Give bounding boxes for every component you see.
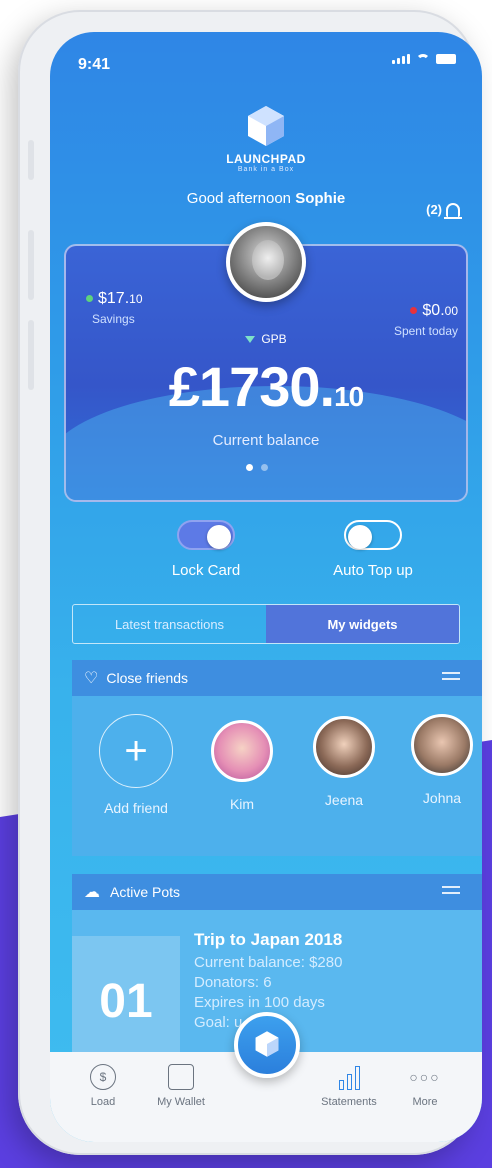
avatar: [411, 714, 473, 776]
notifications-button[interactable]: (2): [426, 202, 462, 219]
nav-my-wallet[interactable]: My Wallet: [146, 1064, 216, 1108]
nav-statements-label: Statements: [321, 1096, 377, 1108]
active-pots-title: Active Pots: [110, 884, 181, 900]
drag-handle-icon[interactable]: [442, 886, 460, 898]
auto-topup-toggle[interactable]: [344, 520, 402, 550]
nav-load[interactable]: $ Load: [68, 1064, 138, 1108]
app-screen: 9:41 LAUNCHPAD Bank in a Box Good aftern…: [50, 32, 482, 1142]
toggle-knob: [348, 525, 372, 549]
current-balance: £1730.10: [50, 354, 482, 419]
friend-name: Jeena: [324, 792, 364, 808]
greeting: Good afternoon Sophie: [50, 190, 482, 207]
nav-more-label: More: [412, 1096, 438, 1108]
brand-tagline: Bank in a Box: [237, 166, 295, 173]
nav-more[interactable]: ○○○ More: [390, 1064, 460, 1108]
nav-load-label: Load: [90, 1096, 116, 1108]
lock-card-control: Lock Card: [146, 520, 266, 579]
pager-dot[interactable]: [261, 464, 268, 471]
auto-topup-label: Auto Top up: [333, 562, 413, 579]
lock-card-toggle[interactable]: [177, 520, 235, 550]
savings-cents: 10: [129, 292, 143, 306]
side-button: [28, 320, 34, 390]
greeting-text: Good afternoon: [186, 190, 292, 207]
spent-cents: 00: [444, 304, 458, 318]
active-pots-header: ☁ Active Pots: [72, 874, 482, 910]
pot-number: 01: [72, 936, 180, 1066]
brand-name: LAUNCHPAD: [226, 152, 306, 166]
add-friend-button[interactable]: + Add friend: [86, 714, 186, 816]
pot-donators: Donators: 6: [194, 974, 272, 991]
drag-handle-icon[interactable]: [442, 672, 460, 684]
heart-star-icon: ♡: [84, 670, 99, 687]
avatar: [313, 716, 375, 778]
balance-main: £1730.: [168, 355, 335, 418]
user-avatar[interactable]: [226, 222, 306, 302]
pot-expires: Expires in 100 days: [194, 994, 325, 1011]
dollar-refresh-icon: $: [90, 1064, 116, 1090]
home-fab-button[interactable]: [234, 1012, 300, 1078]
add-friend-label: Add friend: [104, 800, 168, 816]
spent-value: $0.: [422, 302, 445, 319]
wallet-icon: [168, 1064, 194, 1090]
plus-icon: +: [99, 714, 173, 788]
avatar: [211, 720, 273, 782]
card-pager[interactable]: [246, 464, 268, 471]
pager-dot-active[interactable]: [246, 464, 253, 471]
side-button: [28, 230, 34, 300]
tab-bar: Latest transactions My widgets: [72, 604, 460, 644]
currency-selector[interactable]: GPB: [50, 332, 482, 346]
lock-card-label: Lock Card: [171, 562, 241, 579]
pot-balance: Current balance: $280: [194, 954, 343, 971]
tab-latest-transactions[interactable]: Latest transactions: [73, 605, 266, 643]
balance-label: Current balance: [212, 432, 320, 449]
status-icons: [392, 54, 456, 64]
bell-icon: [444, 202, 462, 219]
friend-name: Johna: [422, 790, 462, 806]
bar-chart-icon: [314, 1064, 384, 1090]
launchpad-logo-icon: [248, 106, 284, 146]
savings-label: Savings: [92, 312, 135, 326]
nav-wallet-label: My Wallet: [157, 1096, 205, 1108]
cloud-icon: ☁: [84, 884, 100, 901]
friend-name: Kim: [229, 796, 255, 812]
battery-icon: [436, 54, 456, 64]
phone-frame: 9:41 LAUNCHPAD Bank in a Box Good aftern…: [18, 10, 482, 1155]
notification-count: (2): [426, 202, 442, 217]
spent-dot: [410, 307, 418, 315]
wifi-icon: [416, 54, 430, 64]
close-friends-title: Close friends: [106, 670, 189, 686]
status-time: 9:41: [78, 56, 111, 73]
savings-stat: $17.10 Savings: [86, 290, 143, 326]
balance-cents: 10: [334, 381, 364, 412]
auto-topup-control: Auto Top up: [308, 520, 438, 579]
pot-title: Trip to Japan 2018: [194, 930, 343, 949]
savings-dot: [86, 295, 93, 303]
launchpad-logo-icon: [255, 1031, 279, 1057]
side-button: [28, 140, 34, 180]
currency-label: GPB: [261, 332, 287, 346]
toggle-knob: [207, 525, 231, 549]
savings-value: $17.: [98, 290, 130, 307]
friend-johna[interactable]: Johna: [402, 714, 482, 806]
friend-jeena[interactable]: Jeena: [304, 716, 384, 808]
caret-down-icon: [245, 336, 256, 343]
nav-statements[interactable]: Statements: [314, 1064, 384, 1108]
tab-my-widgets[interactable]: My widgets: [266, 605, 459, 643]
more-dots-icon: ○○○: [409, 1069, 441, 1085]
signal-icon: [392, 54, 410, 64]
close-friends-panel: + Add friend Kim Jeena Johna: [72, 696, 482, 856]
user-name: Sophie: [295, 190, 346, 207]
close-friends-header: ♡ Close friends: [72, 660, 482, 696]
friend-kim[interactable]: Kim: [202, 720, 282, 812]
